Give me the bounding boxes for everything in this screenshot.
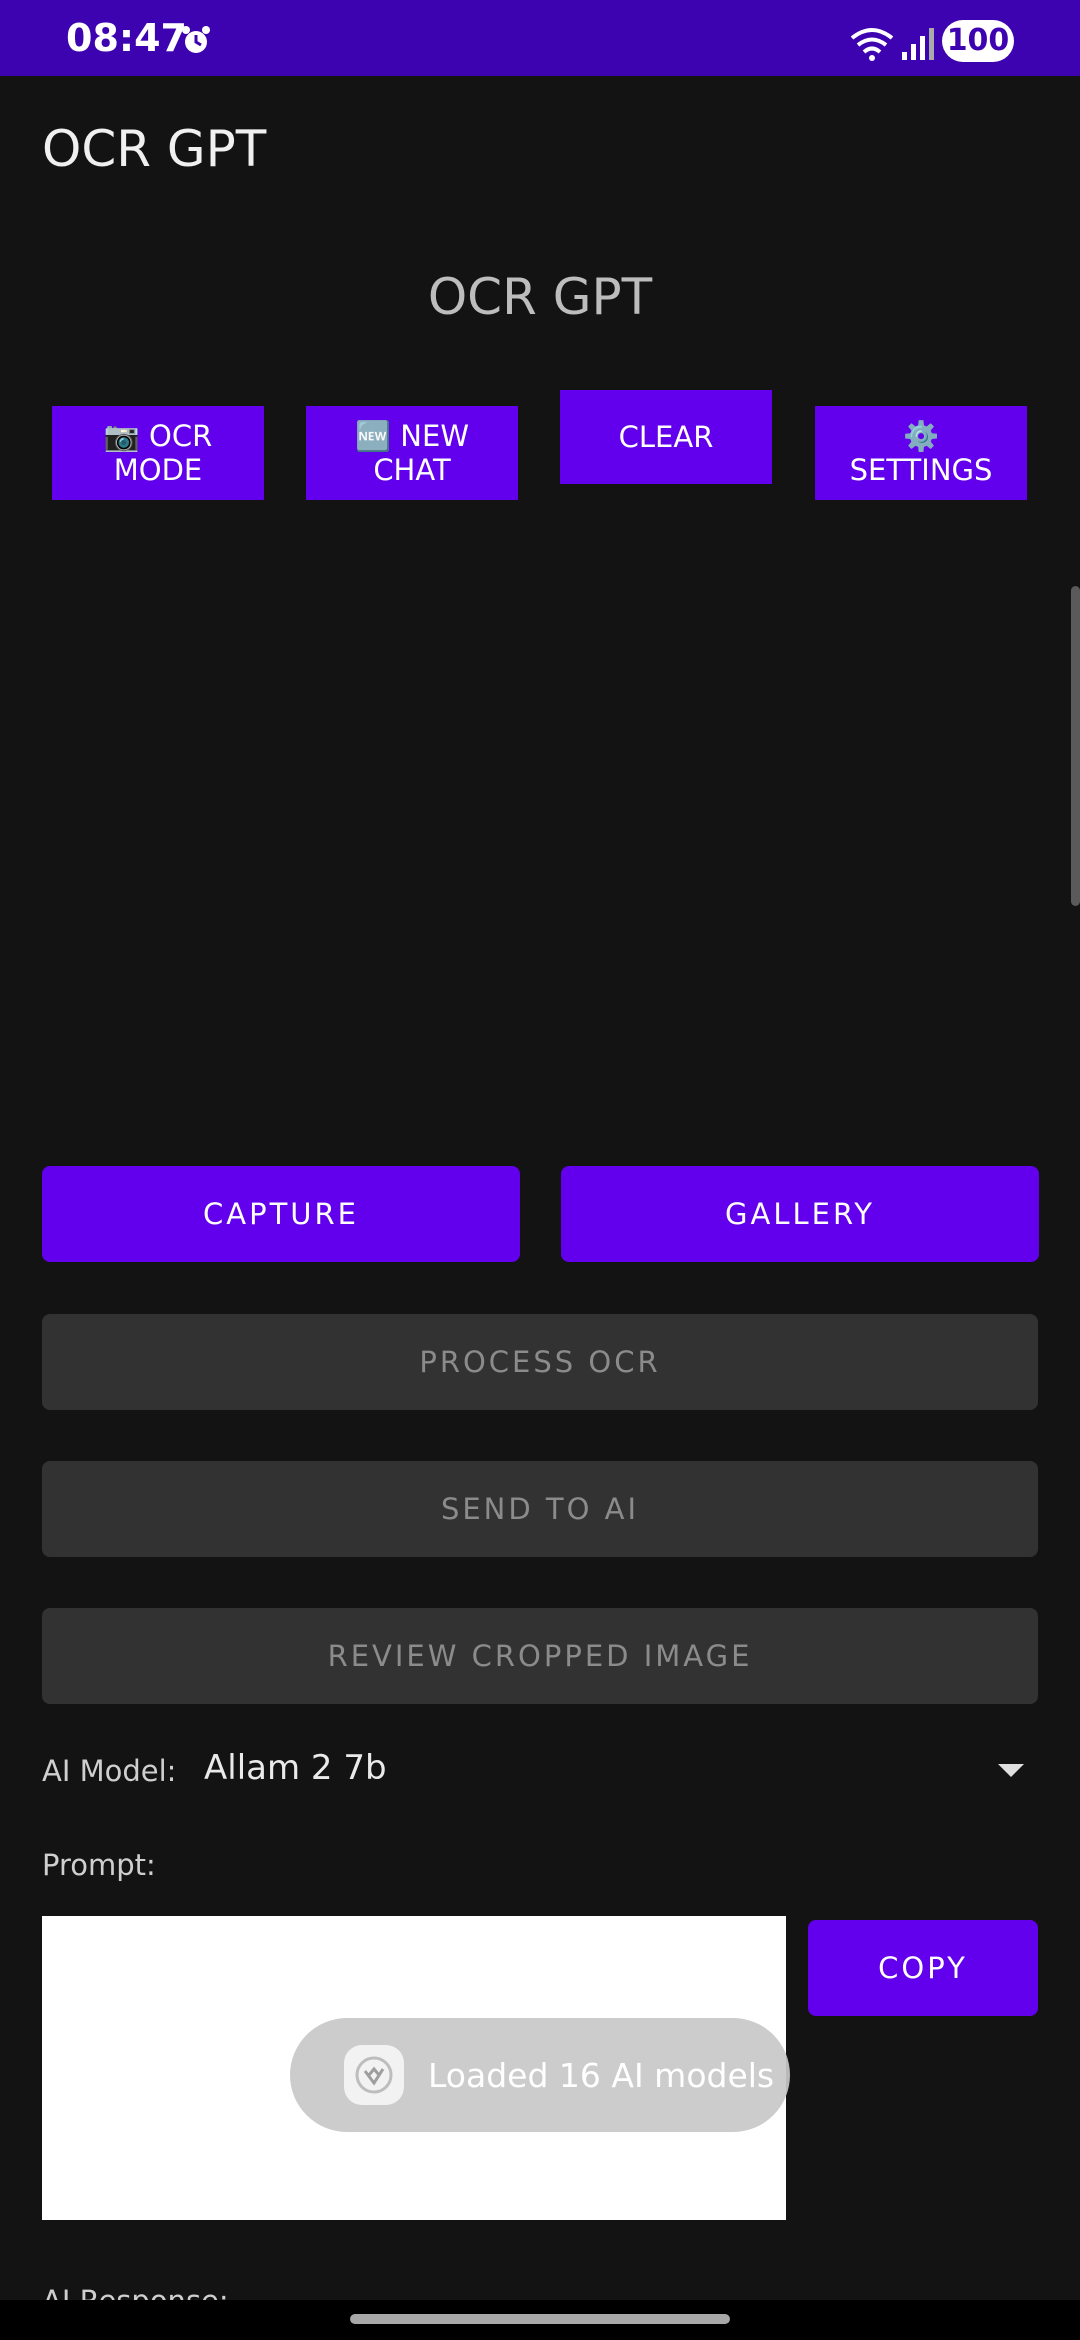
ai-model-dropdown[interactable]: Allam 2 7b (204, 1742, 1024, 1802)
ai-model-label: AI Model: (42, 1754, 177, 1788)
gallery-button[interactable]: GALLERY (561, 1166, 1039, 1262)
prompt-label: Prompt: (42, 1848, 156, 1882)
battery-indicator: 100 (942, 20, 1014, 62)
status-time: 08:47 (66, 16, 187, 60)
toast-message: Loaded 16 AI models (290, 2018, 790, 2132)
app-icon (344, 2045, 404, 2105)
ai-model-value: Allam 2 7b (204, 1748, 387, 1788)
settings-button[interactable]: ⚙️ SETTINGS (815, 406, 1027, 500)
page-title: OCR GPT (427, 268, 653, 326)
ocr-mode-button[interactable]: 📷 OCR MODE (52, 406, 264, 500)
new-chat-button[interactable]: 🆕 NEW CHAT (306, 406, 518, 500)
home-indicator[interactable] (350, 2314, 730, 2324)
clear-button[interactable]: CLEAR (560, 390, 772, 484)
capture-button[interactable]: CAPTURE (42, 1166, 520, 1262)
process-ocr-button[interactable]: PROCESS OCR (42, 1314, 1038, 1410)
app-bar-title: OCR GPT (42, 120, 267, 178)
signal-icon (902, 28, 934, 60)
dropdown-arrow-icon (998, 1764, 1024, 1777)
toast-text: Loaded 16 AI models (428, 2055, 775, 2095)
copy-button[interactable]: COPY (808, 1920, 1038, 2016)
wifi-icon (850, 28, 894, 61)
review-cropped-image-button[interactable]: REVIEW CROPPED IMAGE (42, 1608, 1038, 1704)
scrollbar[interactable] (1071, 586, 1080, 906)
alarm-icon (182, 26, 210, 53)
send-to-ai-button[interactable]: SEND TO AI (42, 1461, 1038, 1557)
status-bar: 08:47 100 (0, 0, 1080, 76)
